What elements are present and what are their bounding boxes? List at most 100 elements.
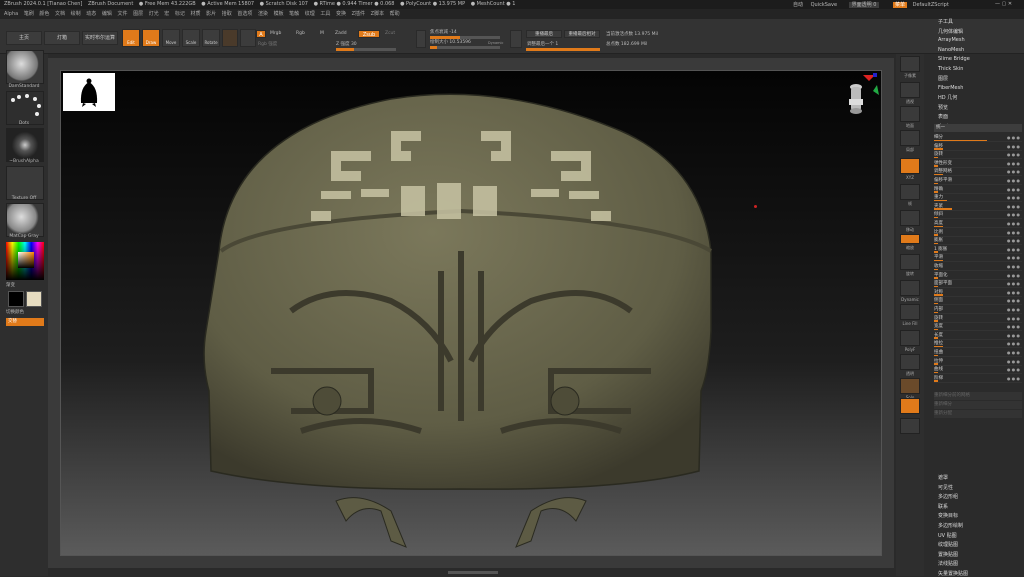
deformation-slider[interactable]: 偏移平滑 ● ● ● <box>934 177 1022 185</box>
axis-toggle-icon[interactable]: ● ● ● <box>1007 366 1020 373</box>
menu-item[interactable]: Z脚本 <box>371 11 384 17</box>
axis-toggle-icon[interactable]: ● ● ● <box>1007 237 1020 244</box>
menu-item[interactable]: 文件 <box>117 11 127 17</box>
a-toggle[interactable]: A <box>256 30 266 38</box>
axis-toggle-icon[interactable]: ● ● ● <box>1007 289 1020 296</box>
axis-toggle-icon[interactable]: ● ● ● <box>1007 272 1020 279</box>
brush-thumbnail[interactable] <box>6 50 44 84</box>
deformation-slider[interactable]: 平面化 ● ● ● <box>934 272 1022 280</box>
deformation-slider[interactable]: 旋转 ● ● ● <box>934 315 1022 323</box>
palette-item[interactable]: 纹理贴图 <box>938 541 958 548</box>
deformation-slider[interactable]: 偏移 ● ● ● <box>934 143 1022 151</box>
main-color-swatch[interactable] <box>8 291 24 307</box>
palette-item[interactable]: 子工具 <box>938 18 953 25</box>
axis-toggle-icon[interactable]: ● ● ● <box>1007 306 1020 313</box>
deformation-slider[interactable]: 高度 ● ● ● <box>934 220 1022 228</box>
rotate-button[interactable]: Rotate <box>202 29 220 47</box>
rgb-toggle[interactable]: Rgb <box>296 31 305 36</box>
deformation-slider[interactable]: 重力 ● ● ● <box>934 194 1022 203</box>
deformation-section-header[interactable]: 统一 <box>934 124 1022 132</box>
color-picker[interactable] <box>6 242 44 280</box>
default-zscript-button[interactable]: DefaultZScript <box>913 2 949 8</box>
texture-thumbnail[interactable] <box>6 166 44 200</box>
axis-toggle-icon[interactable]: ● ● ● <box>1007 315 1020 322</box>
line-fill-icon[interactable] <box>900 304 920 320</box>
axis-toggle-icon[interactable]: ● ● ● <box>1007 254 1020 261</box>
palette-item[interactable]: Thick Skin <box>938 66 963 72</box>
replay-last-relative-button[interactable]: 重播最后相对 <box>564 30 600 38</box>
deformation-slider[interactable]: 旋转 ● ● ● <box>934 151 1022 160</box>
axis-toggle-icon[interactable]: ● ● ● <box>1007 246 1020 253</box>
deformation-slider[interactable]: 精确 ● ● ● <box>934 186 1022 194</box>
frame-icon[interactable] <box>900 184 920 200</box>
axis-toggle-icon[interactable]: ● ● ● <box>1007 358 1020 365</box>
deformation-slider[interactable]: 推拉 ● ● ● <box>934 340 1022 349</box>
menu-item[interactable]: 首选项 <box>237 11 252 17</box>
axis-toggle-icon[interactable]: ● ● ● <box>1007 151 1020 158</box>
axis-toggle-icon[interactable]: ● ● ● <box>1007 323 1020 330</box>
rotate-view-icon[interactable] <box>900 254 920 270</box>
deformation-slider[interactable]: 收缩 ● ● ● <box>934 263 1022 271</box>
bottom-scroll-handle[interactable] <box>448 571 498 574</box>
menu-item[interactable]: 图层 <box>133 11 143 17</box>
menus-button[interactable]: 菜单 <box>893 2 908 8</box>
menu-item[interactable]: 材质 <box>191 11 201 17</box>
draw-size-bar[interactable] <box>430 46 500 49</box>
secondary-color-swatch[interactable] <box>26 291 42 307</box>
zadd-toggle[interactable]: Zadd <box>335 31 347 36</box>
transparent-icon[interactable] <box>900 354 920 370</box>
palette-item[interactable]: ArrayMesh <box>938 37 965 43</box>
menu-item[interactable]: 文档 <box>55 11 65 17</box>
axis-toggle-icon[interactable]: ● ● ● <box>1007 194 1020 201</box>
bell-armor-model[interactable] <box>61 71 882 556</box>
deformation-slider[interactable]: 比例 ● ● ● <box>934 229 1022 237</box>
dynamic-icon[interactable] <box>900 280 920 296</box>
deformation-slider[interactable]: 长度 ● ● ● <box>934 332 1022 340</box>
palette-item[interactable]: UV 贴图 <box>938 532 957 539</box>
z-intensity-slider[interactable]: Z 强度 30 <box>336 41 357 47</box>
palette-item[interactable]: Slime Bridge <box>938 56 970 62</box>
menu-item[interactable]: Alpha <box>4 11 18 17</box>
axis-toggle-icon[interactable]: ● ● ● <box>1007 280 1020 287</box>
local-icon[interactable] <box>900 130 920 146</box>
deformation-slider[interactable]: 内部 ● ● ● <box>934 306 1022 314</box>
menu-item[interactable]: 渲染 <box>258 11 268 17</box>
draw-button[interactable]: Draw <box>142 29 160 47</box>
m-toggle[interactable]: M <box>320 31 324 36</box>
edit-button[interactable]: Edit <box>122 29 140 47</box>
grid-icon[interactable] <box>900 418 920 434</box>
palette-item[interactable]: 遮罩 <box>938 474 948 481</box>
palette-item[interactable]: 表面 <box>938 113 948 120</box>
menu-item[interactable]: 动态 <box>86 11 96 17</box>
palette-item[interactable]: 多边形绘制 <box>938 522 963 529</box>
palette-item[interactable]: 可见性 <box>938 484 953 491</box>
xyz-icon[interactable] <box>900 158 920 174</box>
zsub-toggle[interactable]: Zsub <box>358 30 380 38</box>
solo-icon[interactable] <box>900 378 920 394</box>
deformation-slider[interactable]: 调整网格 ● ● ● <box>934 168 1022 177</box>
menu-item[interactable]: 纹理 <box>305 11 315 17</box>
color-square[interactable] <box>18 252 34 268</box>
live-boolean-button[interactable]: 实时布尔运算 <box>82 31 118 45</box>
deformation-slider[interactable]: 夹紧 ● ● ● <box>934 203 1022 211</box>
transparency-slider[interactable]: 界面透明 0 <box>848 2 880 8</box>
deformation-slider[interactable]: 曲线 ● ● ● <box>934 366 1022 375</box>
deformation-slider[interactable]: 阶梯 ● ● ● <box>934 375 1022 383</box>
menu-item[interactable]: 笔刷 <box>24 11 34 17</box>
palette-item[interactable]: FiberMesh <box>938 85 963 91</box>
deformation-slider[interactable]: 平滑 ● ● ● <box>934 254 1022 263</box>
mrgb-toggle[interactable]: Mrgb <box>270 31 281 36</box>
z-intensity-bar[interactable] <box>336 48 396 51</box>
palette-item[interactable]: 多边形组 <box>938 493 958 500</box>
quicksave-button[interactable]: QuickSave <box>811 2 837 8</box>
perspective-icon[interactable] <box>900 82 920 98</box>
axis-toggle-icon[interactable]: ● ● ● <box>1007 375 1020 382</box>
axis-toggle-icon[interactable]: ● ● ● <box>1007 186 1020 193</box>
gizmo-icon[interactable] <box>240 29 256 47</box>
axis-toggle-icon[interactable]: ● ● ● <box>1007 211 1020 218</box>
axis-toggle-icon[interactable]: ● ● ● <box>1007 297 1020 304</box>
menu-item[interactable]: 编辑 <box>102 11 112 17</box>
axis-toggle-icon[interactable]: ● ● ● <box>1007 134 1020 141</box>
subpixel-icon[interactable] <box>900 56 920 72</box>
replay-last-button[interactable]: 重播最后 <box>526 30 562 38</box>
